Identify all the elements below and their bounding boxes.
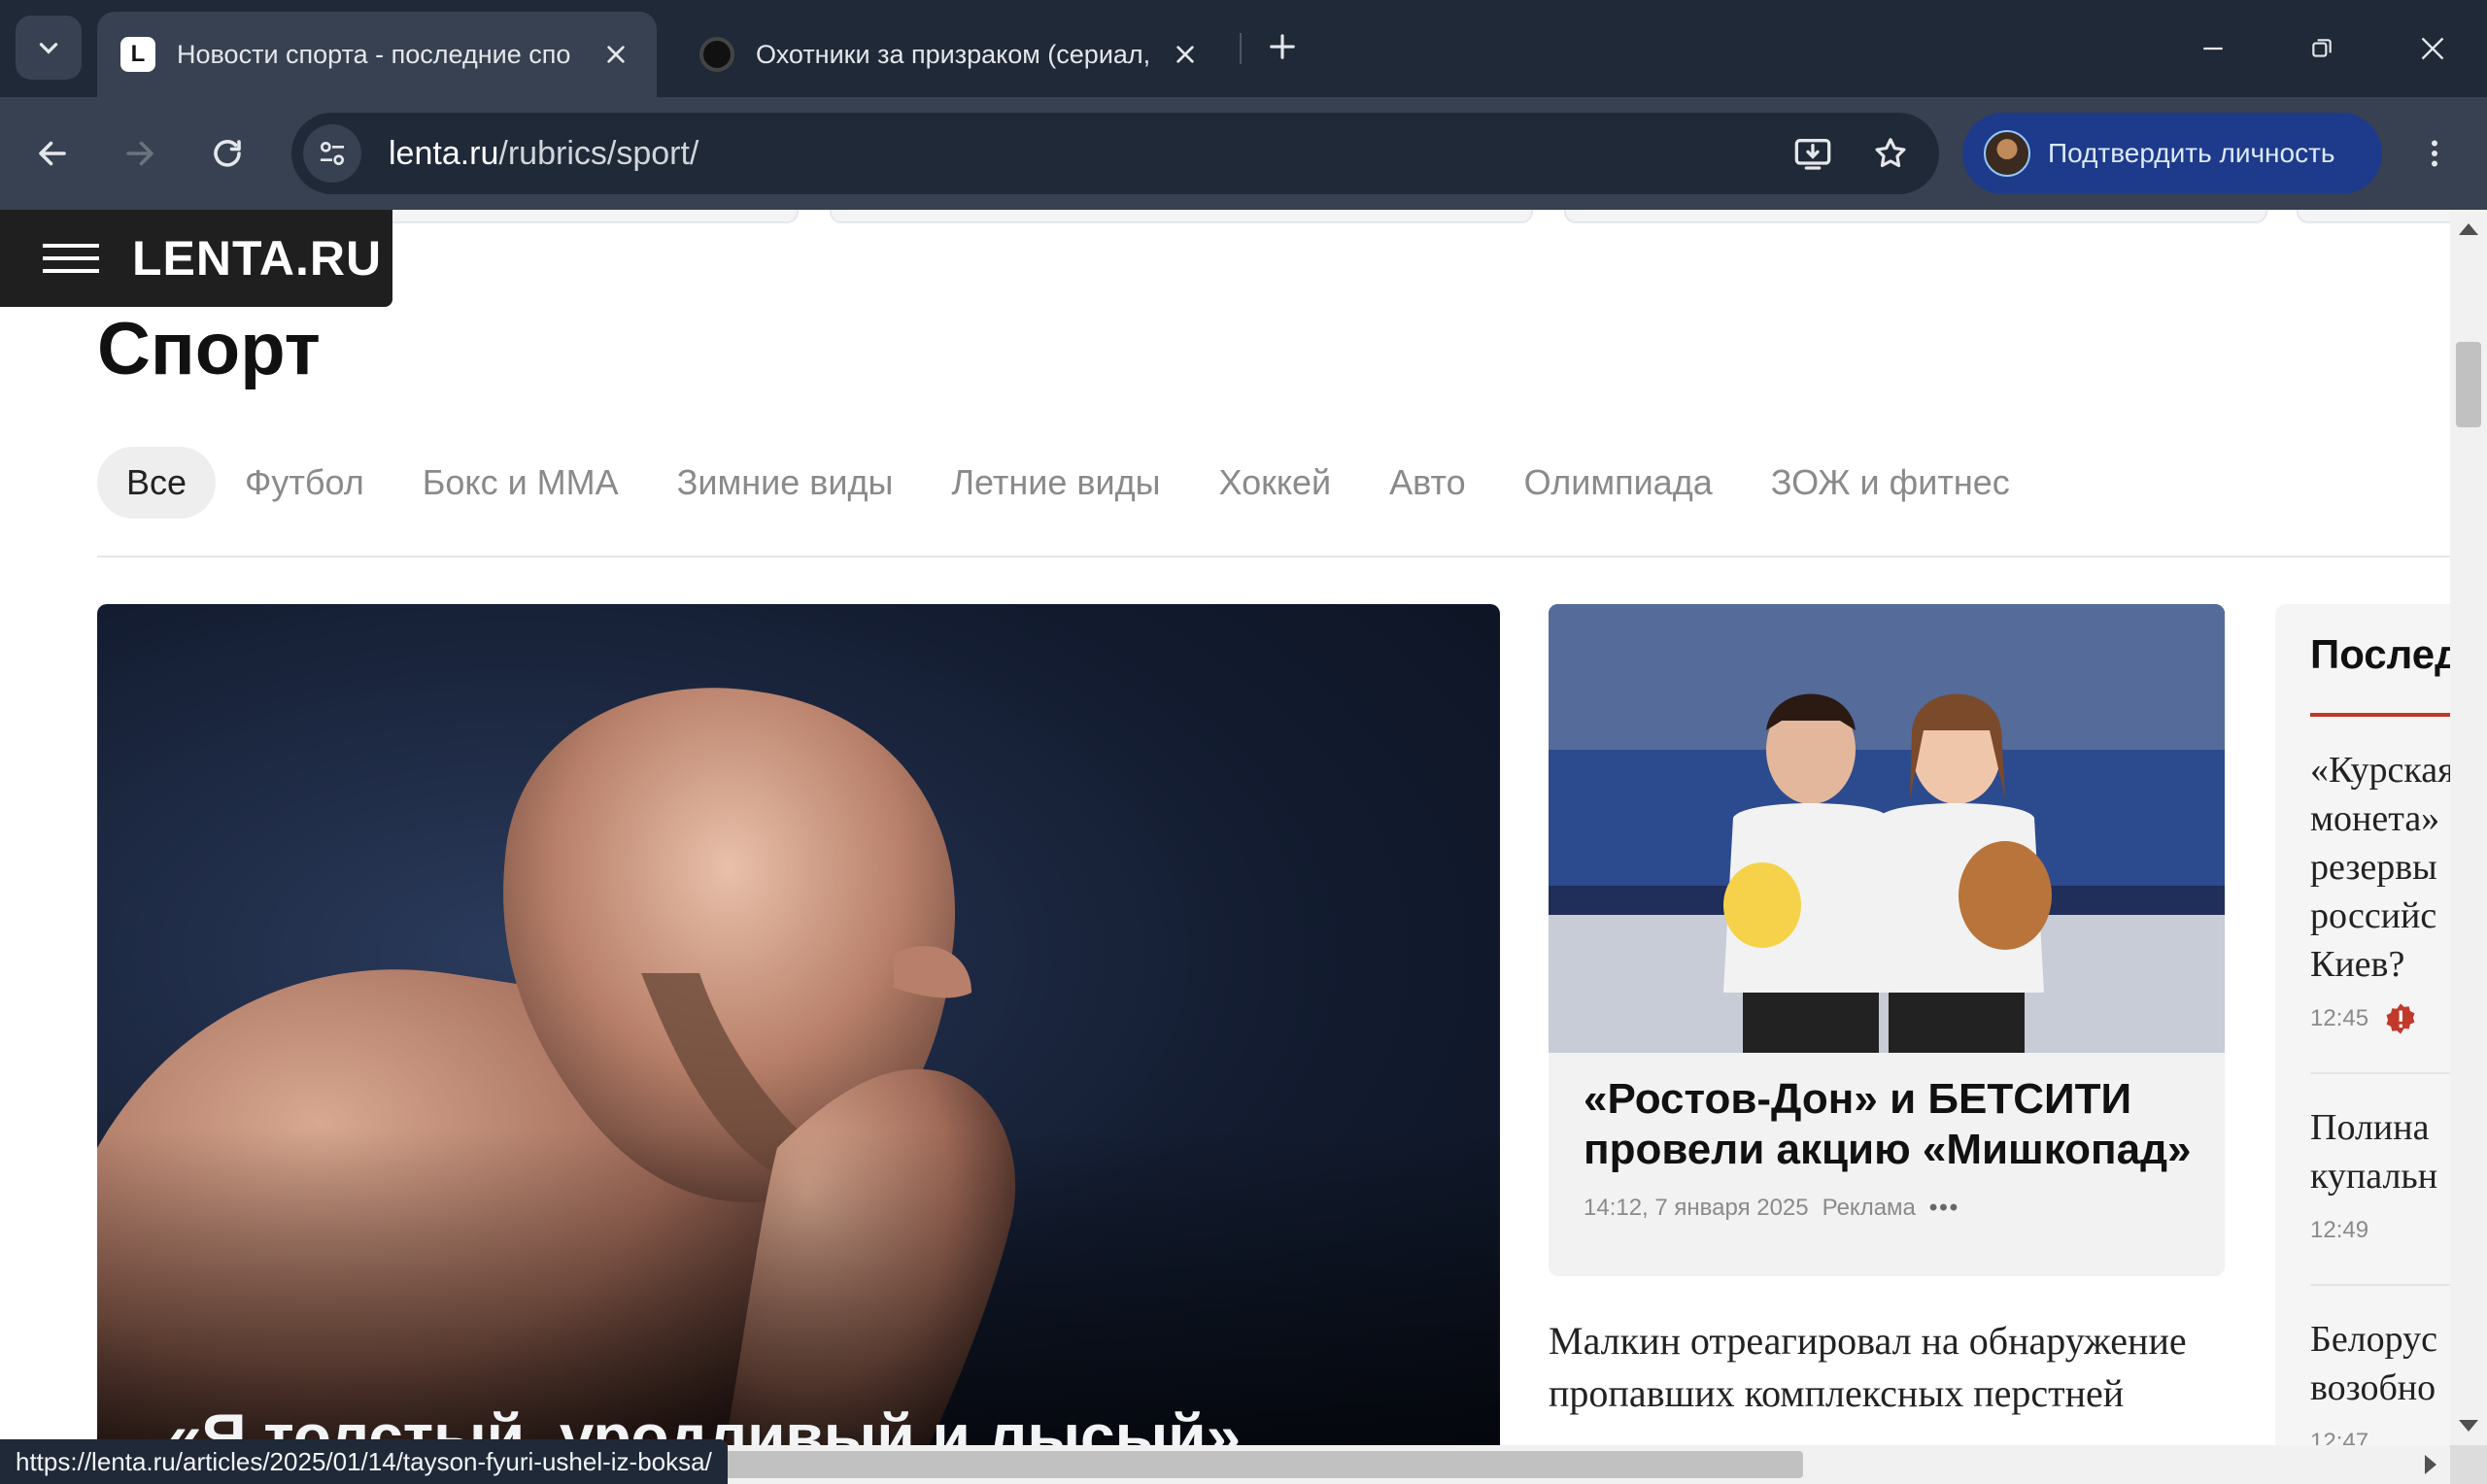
close-window-button[interactable] [2405, 21, 2460, 76]
forward-button[interactable] [111, 124, 169, 183]
promo-date: 14:12, 7 января 2025 [1584, 1195, 1809, 1221]
link-status-bar: https://lenta.ru/articles/2025/01/14/tay… [0, 1439, 728, 1484]
profile-label: Подтвердить личность [2048, 138, 2335, 168]
latest-news-separator [2310, 1072, 2450, 1074]
tune-icon [321, 142, 344, 165]
restore-button[interactable] [2295, 21, 2349, 76]
browser-tab-bar: L Новости спорта - последние спо Охотник… [0, 0, 2487, 97]
latest-news-separator [2310, 1284, 2450, 1286]
rubric-winter[interactable]: Зимние виды [648, 447, 923, 519]
promo-more-button[interactable]: ••• [1929, 1195, 1959, 1222]
rubric-auto[interactable]: Авто [1360, 447, 1494, 519]
browser-menu-button[interactable] [2405, 124, 2464, 183]
close-icon [1176, 46, 1194, 63]
tab-separator [1240, 33, 1242, 64]
url-host: lenta.ru [389, 134, 499, 172]
tab-sport-news[interactable]: L Новости спорта - последние спо [97, 12, 657, 97]
close-tab-button[interactable] [598, 37, 633, 72]
promo-meta: 14:12, 7 января 2025 Реклама ••• [1584, 1195, 1959, 1222]
avatar [1984, 130, 2030, 177]
top-strip-card[interactable] [830, 210, 1533, 223]
url-text[interactable]: lenta.ru/rubrics/sport/ [389, 135, 1784, 173]
news-item-title[interactable]: Малкин отреагировал на обнаружение пропа… [1549, 1315, 2225, 1420]
back-button[interactable] [23, 124, 82, 183]
verify-identity-button[interactable]: Подтвердить личность [1962, 113, 2382, 194]
latest-news-panel: Послед «Курская монета» резервы российс … [2275, 604, 2450, 1445]
scroll-down-arrow-icon[interactable] [2459, 1420, 2478, 1432]
tab-title: Новости спорта - последние спо [177, 39, 571, 69]
latest-news-time: 12:49 [2310, 1217, 2369, 1243]
vertical-scrollbar[interactable] [2450, 210, 2487, 1445]
tab-ghost-hunters[interactable]: Охотники за призраком (сериал, [676, 12, 1226, 97]
install-app-button[interactable] [1784, 124, 1842, 183]
bookmark-button[interactable] [1861, 124, 1920, 183]
arrow-left-icon [39, 141, 66, 166]
rubric-summer[interactable]: Летние виды [922, 447, 1189, 519]
page-title: Спорт [97, 308, 321, 390]
site-info-button[interactable] [303, 124, 361, 183]
close-icon [607, 46, 625, 63]
arrow-right-icon [126, 141, 153, 166]
latest-news-underline [2310, 713, 2450, 717]
hero-article-card[interactable]: «Я толстый, уродливый и лысый» [97, 604, 1500, 1445]
hamburger-menu-icon[interactable] [43, 244, 99, 273]
top-strip-card[interactable] [365, 210, 799, 223]
rubric-hockey[interactable]: Хоккей [1189, 447, 1360, 519]
lenta-favicon-icon: L [120, 37, 155, 72]
ghost-favicon-icon [699, 37, 734, 72]
latest-news-header: Послед [2310, 631, 2450, 677]
lenta-logo[interactable]: LENTA.RU [132, 230, 382, 287]
page-content: LENTA.RU Спорт Все Футбол Бокс и ММА Зим… [0, 210, 2450, 1445]
rubric-football[interactable]: Футбол [216, 447, 393, 519]
reload-button[interactable] [198, 124, 256, 183]
minimize-icon [2203, 47, 2223, 51]
minimize-button[interactable] [2186, 21, 2240, 76]
install-icon [1794, 139, 1831, 170]
latest-news-item[interactable]: Белорус возобно 12:47 [2310, 1315, 2450, 1445]
top-strip-card[interactable] [1564, 210, 2267, 223]
latest-news-time: 12:47 [2310, 1429, 2369, 1445]
url-path: /rubrics/sport/ [498, 134, 699, 172]
close-tab-button[interactable] [1168, 37, 1203, 72]
more-vertical-icon [2432, 140, 2437, 167]
top-strip-card[interactable] [2297, 210, 2450, 223]
close-icon [2421, 37, 2444, 60]
rubric-boxing-mma[interactable]: Бокс и ММА [393, 447, 648, 519]
rubric-fitness[interactable]: ЗОЖ и фитнес [1742, 447, 2039, 519]
rubric-nav: Все Футбол Бокс и ММА Зимние виды Летние… [97, 447, 2039, 519]
promo-article-card[interactable]: «Ростов-Дон» и БЕТСИТИ провели акцию «Ми… [1549, 604, 2225, 1276]
scrollbar-corner [2450, 1445, 2487, 1484]
star-icon [1875, 138, 1906, 168]
tab-search-button[interactable] [16, 16, 82, 80]
rubric-all[interactable]: Все [97, 447, 217, 519]
latest-news-item[interactable]: Полина купальн 12:49 [2310, 1103, 2450, 1255]
chevron-down-icon [39, 43, 58, 54]
plus-icon [1270, 34, 1295, 59]
scroll-right-arrow-icon[interactable] [2425, 1455, 2436, 1474]
latest-news-time: 12:45 [2310, 995, 2450, 1043]
alert-badge-icon [2386, 1003, 2415, 1034]
site-header-logo[interactable]: LENTA.RU [0, 210, 392, 307]
rubric-divider [97, 556, 2450, 557]
promo-article-title[interactable]: «Ростов-Дон» и БЕТСИТИ провели акцию «Ми… [1584, 1074, 2196, 1175]
new-tab-button[interactable] [1261, 25, 1304, 68]
latest-news-item[interactable]: «Курская монета» резервы российс Киев? 1… [2310, 746, 2450, 1043]
address-bar[interactable]: lenta.ru/rubrics/sport/ [291, 113, 1939, 194]
scroll-up-arrow-icon[interactable] [2459, 223, 2478, 235]
rubric-olympics[interactable]: Олимпиада [1495, 447, 1742, 519]
reload-icon [214, 140, 241, 167]
restore-icon [2312, 39, 2332, 57]
hero-photo-boxer [97, 604, 1500, 1445]
tab-title: Охотники за призраком (сериал, [756, 39, 1151, 69]
ad-label: Реклама [1822, 1195, 1916, 1221]
promo-photo-players [1549, 604, 2225, 1053]
vertical-scrollbar-thumb[interactable] [2456, 342, 2481, 427]
browser-toolbar: lenta.ru/rubrics/sport/ Подтвердить личн… [0, 97, 2487, 210]
